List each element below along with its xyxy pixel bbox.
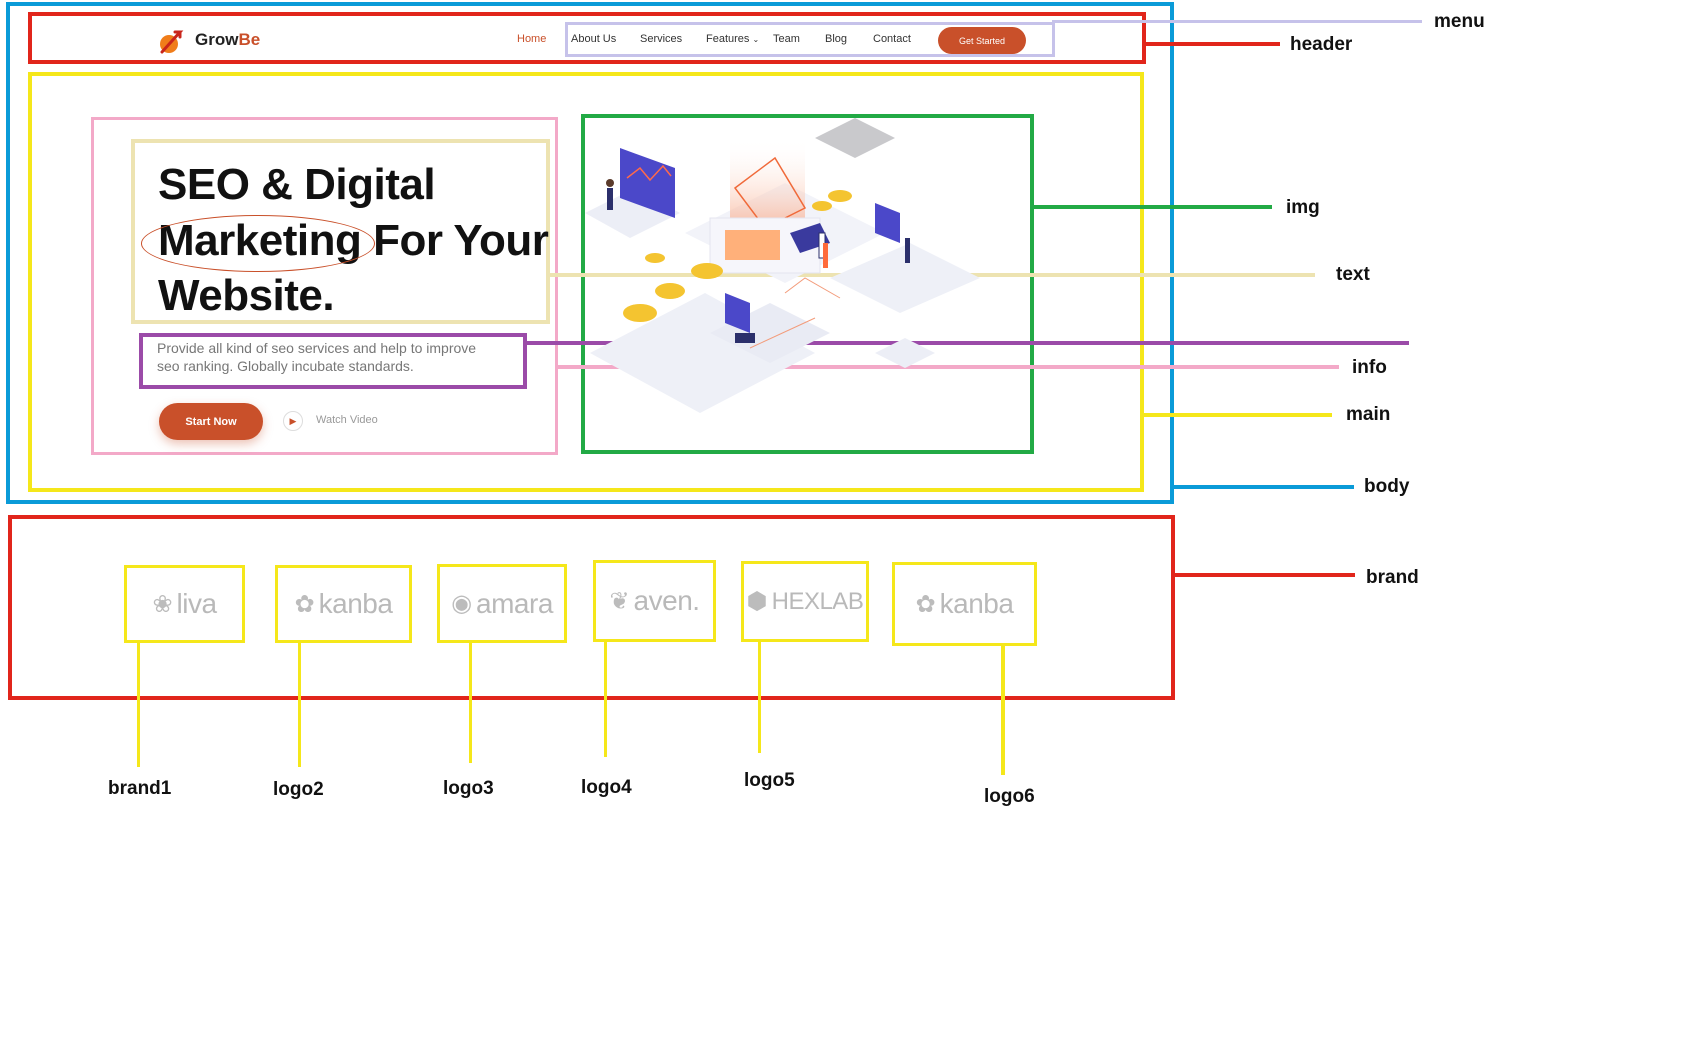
get-started-button[interactable]: Get Started	[938, 27, 1026, 54]
nav-team[interactable]: Team	[773, 33, 800, 45]
label-text: text	[1336, 264, 1370, 285]
label-menu: menu	[1434, 11, 1485, 32]
hero-description-line1: Provide all kind of seo services and hel…	[157, 340, 477, 356]
brand-logo-6: ✿ kanba	[892, 562, 1037, 646]
start-now-button[interactable]: Start Now	[159, 403, 263, 440]
logo3-connector	[469, 643, 472, 763]
amara-logo-icon: ◉	[451, 590, 473, 617]
header-connector	[1146, 42, 1280, 46]
nav-about[interactable]: About Us	[571, 33, 616, 45]
logo4-connector	[604, 641, 607, 757]
brand-logo-5: ⬢ HEXLAB	[741, 561, 869, 642]
brand-logo-3-text: amara	[476, 587, 553, 619]
label-logo6: logo6	[984, 786, 1035, 807]
hero-title-line1: SEO & Digital	[158, 160, 436, 209]
play-icon[interactable]: ▶	[283, 411, 303, 431]
logo5-connector	[758, 641, 761, 753]
label-brand1: brand1	[108, 778, 172, 799]
brand-logo-6-text: kanba	[939, 588, 1014, 619]
nav-blog[interactable]: Blog	[825, 33, 847, 45]
label-body: body	[1364, 476, 1410, 497]
nav-services[interactable]: Services	[640, 33, 682, 45]
brand-logo-1: ❀ liva	[124, 565, 245, 643]
label-logo4: logo4	[581, 777, 632, 798]
logo-grow: Grow	[195, 30, 239, 49]
brand-logo-5-text: HEXLAB	[771, 587, 864, 615]
main-connector	[1144, 413, 1332, 417]
nav-features[interactable]: Features ⌄	[706, 33, 759, 45]
kanba-logo-icon: ✿	[294, 590, 315, 618]
brand-logo-3: ◉ amara	[437, 564, 567, 643]
nav-home[interactable]: Home	[517, 33, 546, 45]
brand-logo-4-text: aven.	[633, 585, 701, 616]
brand-logo-2-text: kanba	[318, 588, 393, 619]
watch-video-link[interactable]: Watch Video	[316, 414, 378, 426]
nav-contact[interactable]: Contact	[873, 33, 911, 45]
logo2-connector	[298, 643, 301, 767]
logo6-connector	[1001, 645, 1005, 775]
hero-description-line2: seo ranking. Globally incubate standards…	[157, 358, 414, 374]
chevron-down-icon: ⌄	[752, 35, 760, 44]
label-logo5: logo5	[744, 770, 795, 791]
label-header: header	[1290, 34, 1353, 55]
brand-logo-2: ✿ kanba	[275, 565, 412, 643]
brand-logo-4: ❦ aven.	[593, 560, 716, 642]
brand-connector	[1175, 573, 1355, 577]
logo-be: Be	[238, 30, 261, 49]
hero-title-line3: Website.	[158, 271, 335, 320]
label-info: info	[1352, 357, 1387, 378]
hero-title-rest: For Your	[373, 216, 549, 265]
label-logo2: logo2	[273, 779, 324, 800]
hexlab-logo-icon: ⬢	[746, 588, 768, 615]
label-brand: brand	[1366, 567, 1419, 588]
brand-logo-1-text: liva	[176, 588, 218, 619]
rocket-logo-icon	[160, 30, 184, 54]
site-logo-text[interactable]: GrowBe	[195, 30, 260, 50]
aven-logo-icon: ❦	[609, 587, 630, 615]
menu-connector-v	[1052, 20, 1055, 30]
kanba-logo-icon: ✿	[915, 590, 936, 618]
brand1-connector	[137, 643, 140, 767]
label-logo3: logo3	[443, 778, 494, 799]
img-connector	[1034, 205, 1272, 209]
liva-logo-icon: ❀	[152, 590, 173, 618]
menu-connector	[1052, 20, 1422, 23]
isometric-illustration	[585, 118, 980, 413]
nav-features-label: Features	[706, 33, 750, 45]
label-img: img	[1286, 197, 1320, 218]
body-connector	[1174, 485, 1354, 489]
highlight-oval	[141, 215, 375, 272]
label-main: main	[1346, 404, 1391, 425]
